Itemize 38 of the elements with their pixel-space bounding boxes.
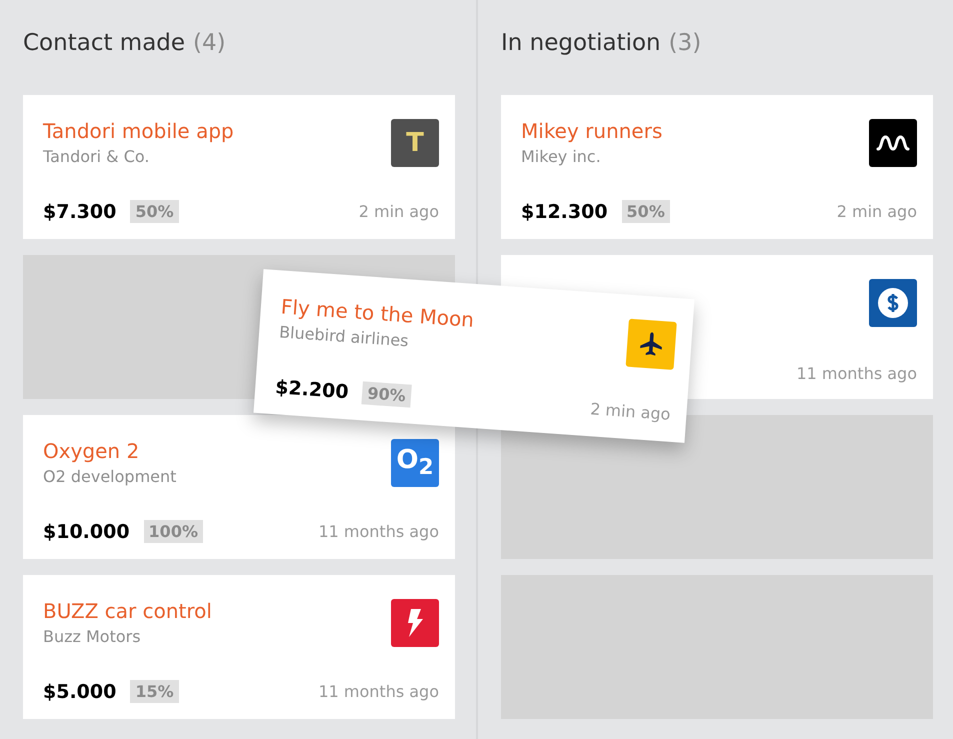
probability-tag: 90% xyxy=(362,381,412,408)
dollar-icon xyxy=(877,287,909,319)
company-name: Buzz Motors xyxy=(43,627,142,646)
deal-title: Tandori mobile app xyxy=(43,119,234,143)
deal-card[interactable]: BUZZ car control Buzz Motors $5.000 15% 11 months ago xyxy=(23,575,455,719)
deal-amount: $5.000 xyxy=(43,680,116,702)
deal-card[interactable]: Tandori mobile app Tandori & Co. T $7.300 50% 2 min ago xyxy=(23,95,455,239)
column-title: In negotiation xyxy=(501,30,661,56)
column-count: (4) xyxy=(193,30,226,56)
deal-amount: $12.300 xyxy=(521,200,608,222)
lightning-icon xyxy=(405,609,425,637)
deal-amount: $10.000 xyxy=(43,520,130,542)
timestamp: 11 months ago xyxy=(796,364,917,383)
timestamp: 2 min ago xyxy=(590,399,672,424)
deal-amount: $7.300 xyxy=(43,200,116,222)
logo-letter: T xyxy=(406,128,424,158)
company-name: Tandori & Co. xyxy=(43,147,150,166)
timestamp: 11 months ago xyxy=(318,682,439,701)
timestamp: 2 min ago xyxy=(836,202,917,221)
company-name: Bluebird airlines xyxy=(278,322,410,352)
wave-icon xyxy=(876,134,910,152)
timestamp: 2 min ago xyxy=(358,202,439,221)
deal-card[interactable]: Mikey runners Mikey inc. $12.300 50% 2 min ago xyxy=(501,95,933,239)
deal-amount: $2.200 xyxy=(274,376,350,403)
deal-title: Oxygen 2 xyxy=(43,439,140,463)
column-title: Contact made xyxy=(23,30,186,56)
company-name: O2 development xyxy=(43,467,176,486)
probability-tag: 50% xyxy=(622,200,670,223)
probability-tag: 50% xyxy=(130,200,179,223)
deal-card[interactable]: Oxygen 2 O2 development O$_{2}$ $10.000 100% 11 months ago xyxy=(23,415,455,559)
logo-letter: O$_{2}$ xyxy=(396,445,434,481)
timestamp: 11 months ago xyxy=(318,522,439,541)
probability-tag: 100% xyxy=(144,520,203,543)
probability-tag: 15% xyxy=(130,680,179,703)
company-name: Mikey inc. xyxy=(521,147,602,166)
column-count: (3) xyxy=(668,30,702,56)
deal-title: BUZZ car control xyxy=(43,599,212,623)
deal-title: Mikey runners xyxy=(521,119,662,143)
